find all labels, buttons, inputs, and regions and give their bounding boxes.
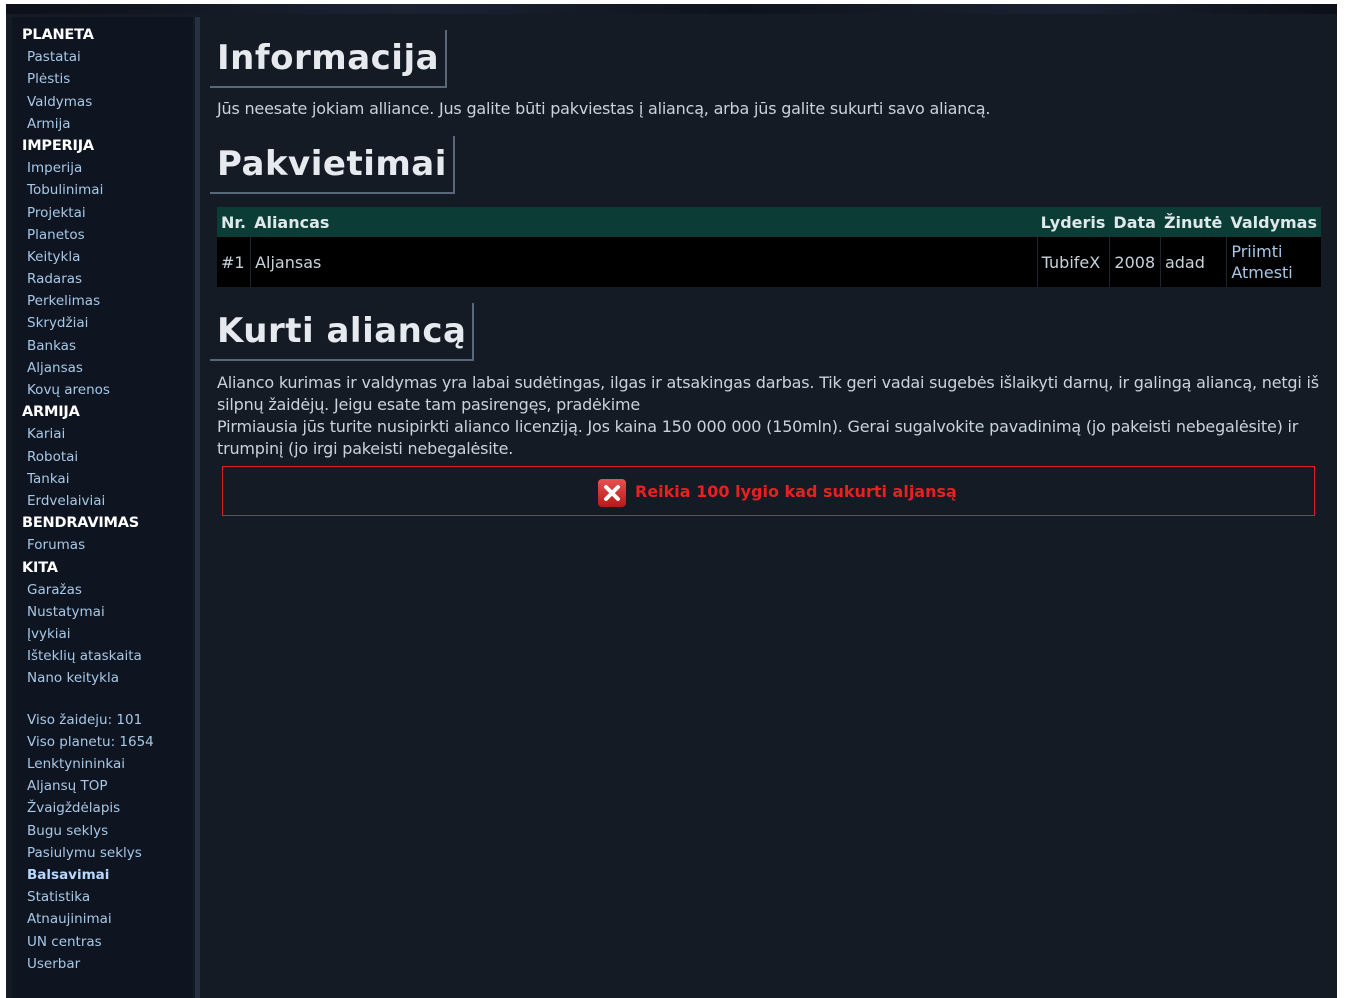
sidebar-divider	[195, 17, 200, 998]
sidebar-category-bendravimas: BENDRAVIMAS	[22, 515, 140, 532]
cell-leader: TubifeX	[1036, 237, 1110, 287]
sidebar-link-planetos[interactable]: Planetos	[12, 224, 193, 246]
invites-table: Nr. Aliancas Lyderis Data Žinutė Valdyma…	[217, 207, 1321, 287]
error-text: Reikia 100 lygio kad sukurti aljansą	[635, 482, 957, 501]
sidebar-link-balsavimai[interactable]: Balsavimai	[12, 864, 193, 886]
sidebar-link-robotai[interactable]: Robotai	[12, 446, 193, 468]
sidebar-link-perkelimas[interactable]: Perkelimas	[12, 290, 193, 312]
sidebar-link-projektai[interactable]: Projektai	[12, 202, 193, 224]
sidebar-link-radaras[interactable]: Radaras	[12, 268, 193, 290]
table-header-row: Nr. Aliancas Lyderis Data Žinutė Valdyma…	[217, 207, 1321, 237]
sidebar-link-forumas[interactable]: Forumas	[12, 534, 193, 556]
sidebar-link-nano-keitykla[interactable]: Nano keitykla	[12, 667, 193, 689]
column-header-aliance: Aliancas	[250, 207, 1037, 237]
info-text: Jūs neesate jokiam alliance. Jus galite …	[217, 99, 991, 118]
cell-nr: #1	[217, 237, 251, 287]
sidebar-link-plestis[interactable]: Plėstis	[12, 68, 193, 90]
sidebar-link-skrydziai[interactable]: Skrydžiai	[12, 312, 193, 334]
column-header-nr: Nr.	[217, 207, 251, 237]
info-heading: Informacija	[210, 30, 448, 88]
sidebar-link-kariai[interactable]: Kariai	[12, 423, 193, 445]
header-band	[6, 4, 1337, 14]
sidebar-link-aljansu-top[interactable]: Aljansų TOP	[12, 775, 193, 797]
sidebar-link-keitykla[interactable]: Keitykla	[12, 246, 193, 268]
sidebar-link-erdvelaiviai[interactable]: Erdvelaiviai	[12, 490, 193, 512]
sidebar-link-pastatai[interactable]: Pastatai	[12, 46, 193, 68]
create-text-1: Alianco kurimas ir valdymas yra labai su…	[217, 373, 1319, 414]
sidebar-category-kita: KITA	[22, 559, 58, 576]
sidebar-link-ivykiai[interactable]: Įvykiai	[12, 623, 193, 645]
sidebar-link-valdymas[interactable]: Valdymas	[12, 91, 193, 113]
sidebar-link-pasiulymu-seklys[interactable]: Pasiulymu seklys	[12, 842, 193, 864]
sidebar-link-armija[interactable]: Armija	[12, 113, 193, 135]
sidebar-stat-players: Viso žaideju: 101	[27, 711, 143, 728]
sidebar-link-lenktynininkai[interactable]: Lenktynininkai	[12, 753, 193, 775]
sidebar-link-bugu-seklys[interactable]: Bugu seklys	[12, 820, 193, 842]
sidebar-link-tobulinimai[interactable]: Tobulinimai	[12, 179, 193, 201]
create-text-2: Pirmiausia jūs turite nusipirkti alianco…	[217, 417, 1299, 458]
table-row: #1 Aljansas TubifeX 2008 adad Priimti At…	[217, 237, 1321, 287]
invites-heading: Pakvietimai	[210, 136, 455, 194]
sidebar-link-bankas[interactable]: Bankas	[12, 335, 193, 357]
sidebar-link-userbar[interactable]: Userbar	[12, 953, 193, 975]
cell-manage: Priimti Atmesti	[1226, 237, 1321, 287]
reject-link[interactable]: Atmesti	[1231, 262, 1317, 283]
sidebar-link-atnaujinimai[interactable]: Atnaujinimai	[12, 908, 193, 930]
sidebar: PLANETA Pastatai Plėstis Valdymas Armija…	[12, 17, 193, 998]
sidebar-category-armija: ARMIJA	[22, 404, 80, 421]
sidebar-link-nustatymai[interactable]: Nustatymai	[12, 601, 193, 623]
sidebar-category-planeta: PLANETA	[22, 27, 94, 43]
error-message-box: Reikia 100 lygio kad sukurti aljansą	[222, 466, 1315, 516]
cell-aliance: Aljansas	[250, 237, 1037, 287]
column-header-date: Data	[1109, 207, 1160, 237]
sidebar-link-aljansas[interactable]: Aljansas	[12, 357, 193, 379]
sidebar-link-tankai[interactable]: Tankai	[12, 468, 193, 490]
sidebar-category-imperija: IMPERIJA	[22, 137, 94, 154]
create-heading: Kurti aliancą	[210, 303, 475, 361]
sidebar-link-un-centras[interactable]: UN centras	[12, 931, 193, 953]
sidebar-link-kovu-arenos[interactable]: Kovų arenos	[12, 379, 193, 401]
cell-date: 2008	[1109, 237, 1160, 287]
sidebar-link-istekliu-ataskaita[interactable]: Išteklių ataskaita	[12, 645, 193, 667]
column-header-message: Žinutė	[1159, 207, 1227, 237]
column-header-manage: Valdymas	[1226, 207, 1321, 237]
cell-message: adad	[1159, 237, 1227, 287]
column-header-leader: Lyderis	[1036, 207, 1110, 237]
sidebar-link-garazas[interactable]: Garažas	[12, 579, 193, 601]
page-frame: PLANETA Pastatai Plėstis Valdymas Armija…	[6, 4, 1337, 998]
sidebar-link-imperija[interactable]: Imperija	[12, 157, 193, 179]
error-message: Reikia 100 lygio kad sukurti aljansą	[598, 476, 957, 507]
accept-link[interactable]: Priimti	[1231, 241, 1317, 262]
sidebar-link-zvaigzdelapis[interactable]: Žvaigždėlapis	[12, 797, 193, 819]
sidebar-link-statistika[interactable]: Statistika	[12, 886, 193, 908]
sidebar-stat-planets: Viso planetu: 1654	[27, 733, 154, 750]
error-icon	[598, 479, 626, 507]
